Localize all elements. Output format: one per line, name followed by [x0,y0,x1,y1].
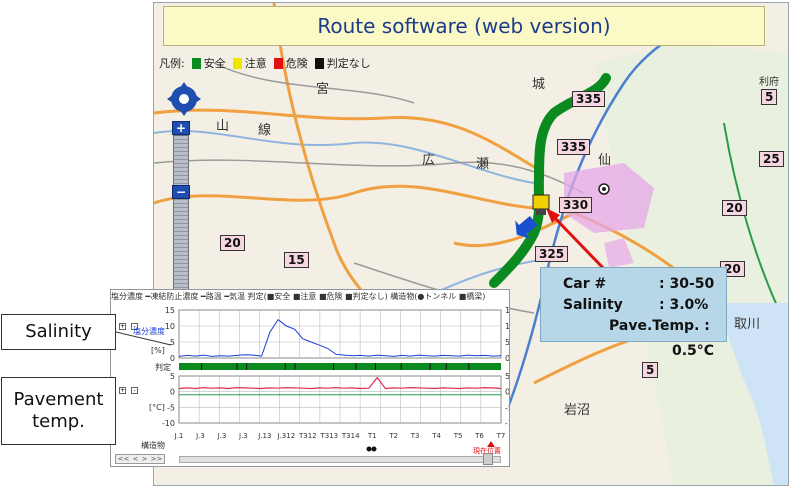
slide: 凡例: 安全 注意 危険 判定なし + − 335 335 330 325 20… [0,0,791,488]
x-tick-label: T314 [341,432,360,440]
legend-caution-label: 注意 [244,57,267,70]
structure-label: 構造物 [141,441,165,450]
route-chart: 151510105500 5500-5-5-10-10 J.1J.3J.3J.3… [162,306,510,452]
pave-temp-value: 0.5°C [672,343,715,359]
route-sign: 20 [220,235,245,251]
tunnel-marker [366,446,372,452]
judge-bar [179,363,501,370]
y-tick-label-right: -10 [505,419,510,428]
legend-safe-swatch [191,57,201,69]
place-label: 瀬 [476,157,490,172]
pave-temp-label: Pave.Temp. : [609,318,710,334]
tunnel-marker [371,446,377,452]
x-tick-labels: J.1 J.3 J.3 J.3 J.13 J.312 T312 T313 T314 T1 T2 T3 T… [174,432,506,440]
legend-danger-swatch [273,57,283,69]
place-label: 利府 [759,77,779,88]
car-label: Car # [563,276,607,292]
judge-label: 判定 [155,363,171,372]
zoom-slider[interactable] [173,135,189,307]
x-tick-label: T313 [319,432,338,440]
route-sign: 5 [761,89,778,105]
y-tick-label-right: 5 [505,372,510,381]
place-label: 取川 [734,317,761,332]
x-tick-label: J.3 [217,432,227,440]
x-tick-label: J.1 [174,432,184,440]
y-tick-label-left: -10 [162,419,175,428]
y-tick-label-left: 15 [165,306,175,315]
pavement-temp-callout: Pavement temp. [1,377,116,445]
temp-unit: [°C] [149,403,165,412]
pan-control-icon[interactable] [166,81,202,117]
place-label: 広 [422,153,436,168]
place-label: 仙 [598,153,612,168]
scroll-next-button[interactable]: > [142,455,148,463]
chart-zoom-buttons-2[interactable]: + - [119,377,139,396]
place-label: 城 [532,77,546,92]
place-label: 山 [216,119,230,134]
route-sign: 5 [642,362,659,378]
y-tick-label-right: 0 [505,388,510,397]
legend-safe-label: 安全 [203,57,226,70]
x-tick-label: T5 [453,432,463,440]
route-sign: 25 [759,151,784,167]
route-sign: 20 [722,200,747,216]
car-value: : 30-50 [659,276,715,292]
x-tick-label: J.3 [195,432,205,440]
route-sign: 330 [559,197,593,213]
scroll-prev-button[interactable]: < [133,455,139,463]
salinity-callout: Salinity [1,314,116,350]
y-tick-label-right: 10 [505,322,510,331]
x-tick-label: J.3 [238,432,248,440]
x-tick-label: T3 [410,432,420,440]
salinity-label: Salinity [563,297,623,313]
map-legend: 凡例: 安全 注意 危険 判定なし [159,55,375,71]
place-label: 岩沼 [564,403,591,418]
y-tick-label-right: 5 [505,338,510,347]
x-tick-label: J.312 [277,432,296,440]
zoom-in-button[interactable]: + [119,323,126,330]
temperature-grid [178,375,502,424]
pavement-callout-line2: temp. [32,411,85,432]
vehicle-info-box: Car # : 30-50 Salinity : 3.0% Pave.Temp.… [540,267,727,342]
scroll-last-button[interactable]: >> [151,455,163,463]
y-tick-label-right: 0 [505,354,510,363]
salinity-value: : 3.0% [659,297,709,313]
slide-title: Route software (web version) [163,6,765,46]
route-sign: 325 [535,246,569,262]
salinity-pointer [116,331,172,346]
legend-nojudge-label: 判定なし [326,57,371,70]
route-sign: 15 [284,252,309,268]
zoom-in-button[interactable]: + [119,387,126,394]
zoom-out-button[interactable]: - [131,387,139,394]
y-tick-label-left: -5 [167,403,175,412]
zoom-out-button[interactable]: − [172,185,190,199]
x-tick-label: T7 [496,432,506,440]
x-tick-label: T312 [298,432,317,440]
y-tick-label-left: 5 [170,372,175,381]
y-tick-label-left: 0 [170,388,175,397]
y-tick-label-right: 15 [505,306,510,315]
pavement-callout-line1: Pavement [13,389,104,410]
y-tick-label-right: -5 [505,403,510,412]
legend-nojudge-swatch [314,57,324,69]
scroll-first-button[interactable]: << [118,455,130,463]
legend-prefix: 凡例: [159,57,185,70]
legend-danger-label: 危険 [285,57,308,70]
route-sign: 335 [572,91,606,107]
place-label: 線 [258,123,272,138]
salinity-grid [178,309,502,359]
chart-scrollbar[interactable] [179,456,501,463]
place-label: 宮 [316,82,330,97]
x-tick-label: T6 [474,432,484,440]
chart-scroll-buttons[interactable]: << < > >> [115,454,165,464]
x-tick-label: J.13 [257,432,271,440]
route-sign: 335 [557,139,591,155]
x-tick-label: T4 [431,432,441,440]
x-tick-label: T2 [388,432,398,440]
x-tick-label: T1 [367,432,377,440]
chart-scroll-thumb[interactable] [483,453,493,465]
legend-caution-swatch [232,57,242,69]
route-chart-window: 塩分濃度 ━凍結防止濃度 ━路温 ━気温 判定(■安全 ■注意 ■危険 ■判定な… [110,289,510,467]
zoom-in-button[interactable]: + [172,121,190,135]
